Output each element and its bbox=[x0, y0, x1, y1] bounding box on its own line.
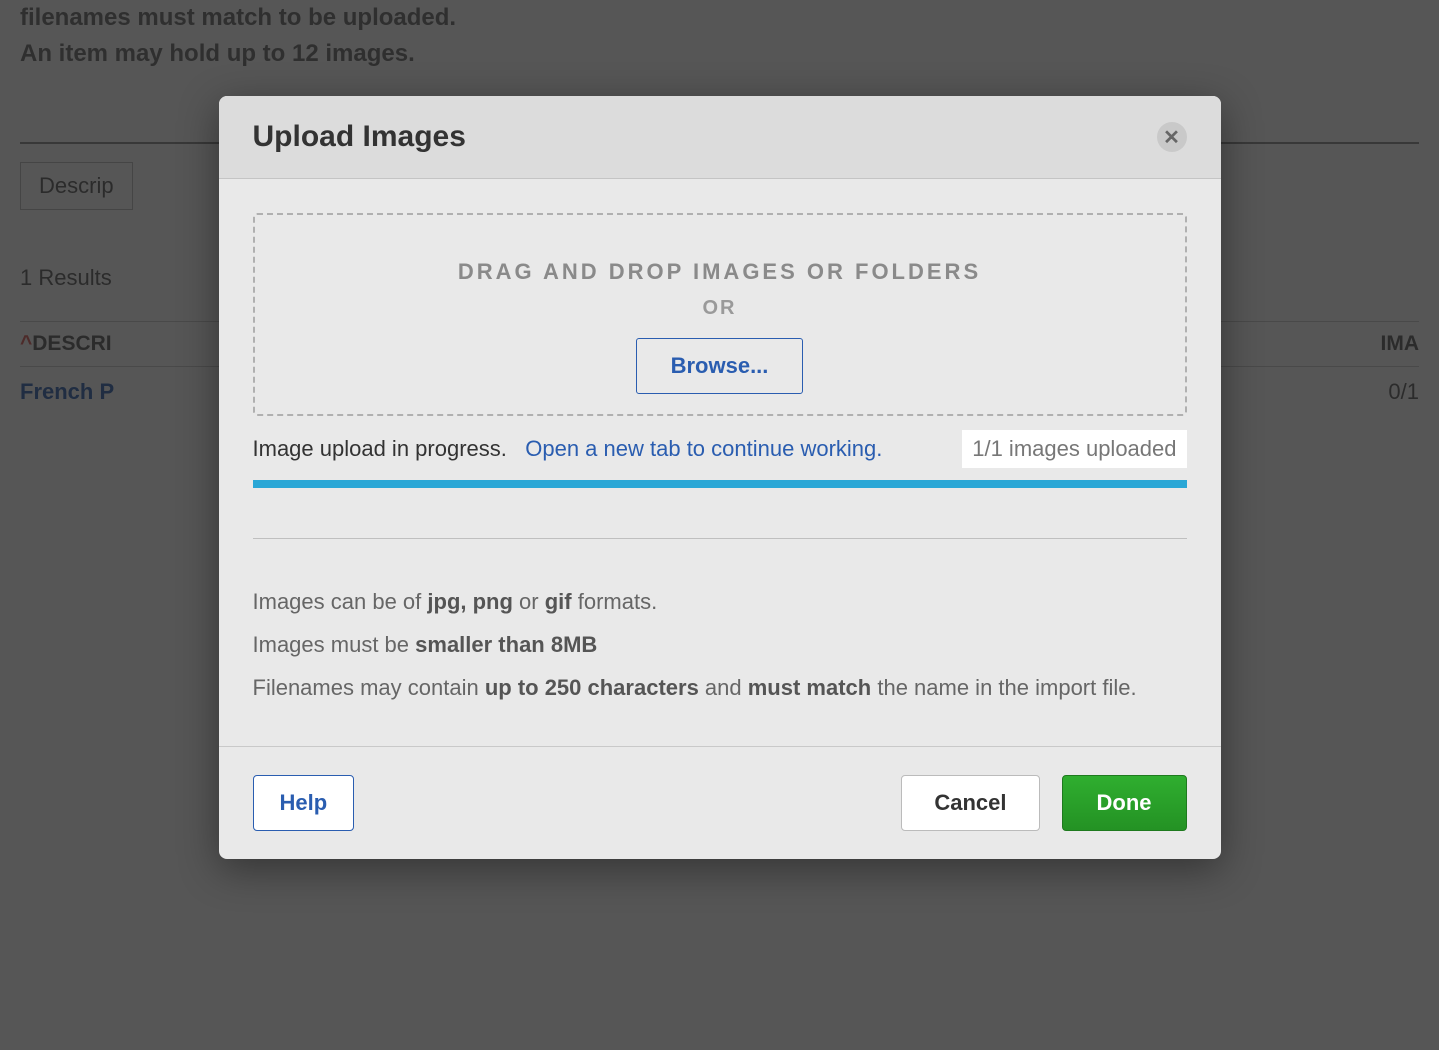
upload-rules: Images can be of jpg, png or gif formats… bbox=[253, 539, 1187, 746]
dropzone[interactable]: DRAG AND DROP IMAGES OR FOLDERS OR Brows… bbox=[253, 213, 1187, 416]
upload-progress-row: Image upload in progress. Open a new tab… bbox=[253, 430, 1187, 468]
upload-count: 1/1 images uploaded bbox=[962, 430, 1186, 468]
modal-overlay: Upload Images ✕ DRAG AND DROP IMAGES OR … bbox=[0, 0, 1439, 1050]
progress-message: Image upload in progress. Open a new tab… bbox=[253, 436, 883, 462]
footer-actions: Cancel Done bbox=[901, 775, 1186, 831]
done-button[interactable]: Done bbox=[1062, 775, 1187, 831]
close-icon: ✕ bbox=[1163, 125, 1180, 150]
cancel-button[interactable]: Cancel bbox=[901, 775, 1039, 831]
modal-body: DRAG AND DROP IMAGES OR FOLDERS OR Brows… bbox=[219, 179, 1221, 746]
modal-title: Upload Images bbox=[253, 120, 466, 154]
dropzone-or: OR bbox=[275, 297, 1165, 320]
dropzone-instruction: DRAG AND DROP IMAGES OR FOLDERS bbox=[275, 259, 1165, 285]
progress-bar bbox=[253, 480, 1187, 488]
rule-size: Images must be smaller than 8MB bbox=[253, 624, 1187, 667]
upload-images-modal: Upload Images ✕ DRAG AND DROP IMAGES OR … bbox=[219, 96, 1221, 859]
open-new-tab-link[interactable]: Open a new tab to continue working. bbox=[525, 436, 882, 461]
rule-filename: Filenames may contain up to 250 characte… bbox=[253, 667, 1187, 710]
rule-formats: Images can be of jpg, png or gif formats… bbox=[253, 581, 1187, 624]
close-button[interactable]: ✕ bbox=[1157, 122, 1187, 152]
browse-button[interactable]: Browse... bbox=[636, 338, 804, 394]
modal-header: Upload Images ✕ bbox=[219, 96, 1221, 179]
modal-footer: Help Cancel Done bbox=[219, 746, 1221, 859]
help-button[interactable]: Help bbox=[253, 775, 355, 831]
progress-text: Image upload in progress. bbox=[253, 436, 507, 461]
